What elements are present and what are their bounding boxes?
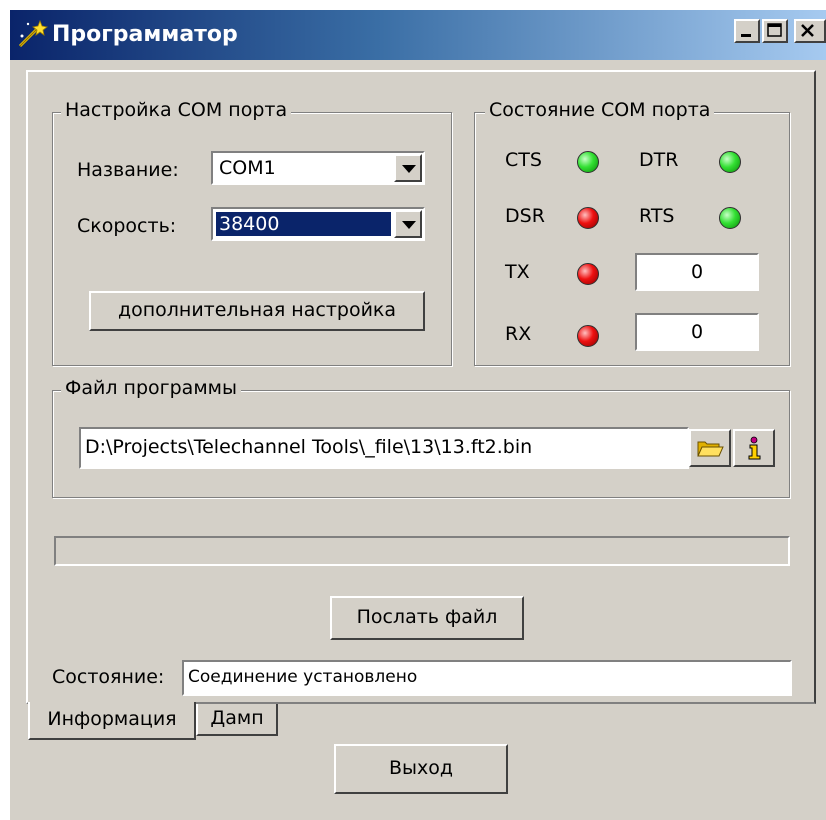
com-settings-group: Настройка COM порта Название: COM1 Скоро… — [52, 99, 452, 366]
port-name-dropdown-button[interactable] — [394, 154, 422, 182]
title-bar[interactable]: Программатор — [10, 10, 826, 60]
status-value: Соединение установлено — [188, 667, 418, 687]
rts-indicator — [719, 207, 741, 229]
chevron-down-icon — [402, 221, 416, 229]
tx-indicator — [577, 263, 599, 285]
send-file-button[interactable]: Послать файл — [330, 596, 524, 640]
rx-label: RX — [505, 323, 532, 345]
cts-indicator — [577, 151, 599, 173]
rx-indicator — [577, 325, 599, 347]
file-info-button[interactable] — [733, 429, 775, 467]
dsr-indicator — [577, 207, 599, 229]
maximize-icon — [767, 23, 782, 37]
status-field: Соединение установлено — [182, 660, 792, 696]
port-name-label: Название: — [77, 159, 179, 181]
dtr-indicator — [719, 151, 741, 173]
com-state-group: Состояние COM порта CTS DTR DSR RTS TX 0… — [474, 99, 790, 366]
window-title: Программатор — [52, 22, 238, 47]
speed-combo[interactable]: 38400 — [211, 207, 425, 241]
com-settings-legend: Настройка COM порта — [61, 99, 292, 121]
chevron-down-icon — [402, 165, 416, 173]
tx-counter: 0 — [635, 253, 759, 291]
rts-label: RTS — [639, 205, 675, 227]
minimize-button[interactable] — [734, 19, 760, 43]
program-file-legend: Файл программы — [61, 377, 241, 399]
app-wand-icon — [18, 19, 48, 48]
file-path-value: D:\Projects\Telechannel Tools\_file\13\1… — [85, 436, 533, 458]
tab-dump[interactable]: Дамп — [196, 704, 278, 736]
speed-label: Скорость: — [77, 215, 177, 237]
file-path-field[interactable]: D:\Projects\Telechannel Tools\_file\13\1… — [79, 427, 689, 469]
tx-label: TX — [505, 261, 530, 283]
folder-icon — [697, 441, 724, 457]
exit-button[interactable]: Выход — [334, 744, 508, 794]
cts-label: CTS — [505, 149, 542, 171]
com-state-legend: Состояние COM порта — [485, 99, 715, 121]
close-icon — [801, 24, 814, 37]
info-tab-panel: Настройка COM порта Название: COM1 Скоро… — [26, 70, 816, 704]
minimize-icon — [741, 34, 751, 37]
program-file-group: Файл программы D:\Projects\Telechannel T… — [52, 377, 790, 498]
speed-dropdown-button[interactable] — [394, 210, 422, 238]
port-name-value: COM1 — [219, 157, 276, 179]
browse-file-button[interactable] — [689, 429, 731, 467]
rx-counter: 0 — [635, 313, 759, 351]
maximize-button[interactable] — [762, 19, 788, 43]
dtr-label: DTR — [639, 149, 679, 171]
speed-value: 38400 — [216, 212, 391, 236]
tab-information[interactable]: Информация — [28, 702, 196, 740]
programmer-window: Программатор Настройка COM порта Названи… — [10, 10, 826, 820]
dsr-label: DSR — [505, 205, 545, 227]
close-button[interactable] — [794, 19, 826, 43]
status-label: Состояние: — [52, 666, 165, 688]
send-progress-bar — [54, 536, 790, 566]
info-icon — [748, 436, 761, 460]
port-name-combo[interactable]: COM1 — [211, 151, 425, 185]
advanced-settings-button[interactable]: дополнительная настройка — [89, 291, 425, 331]
